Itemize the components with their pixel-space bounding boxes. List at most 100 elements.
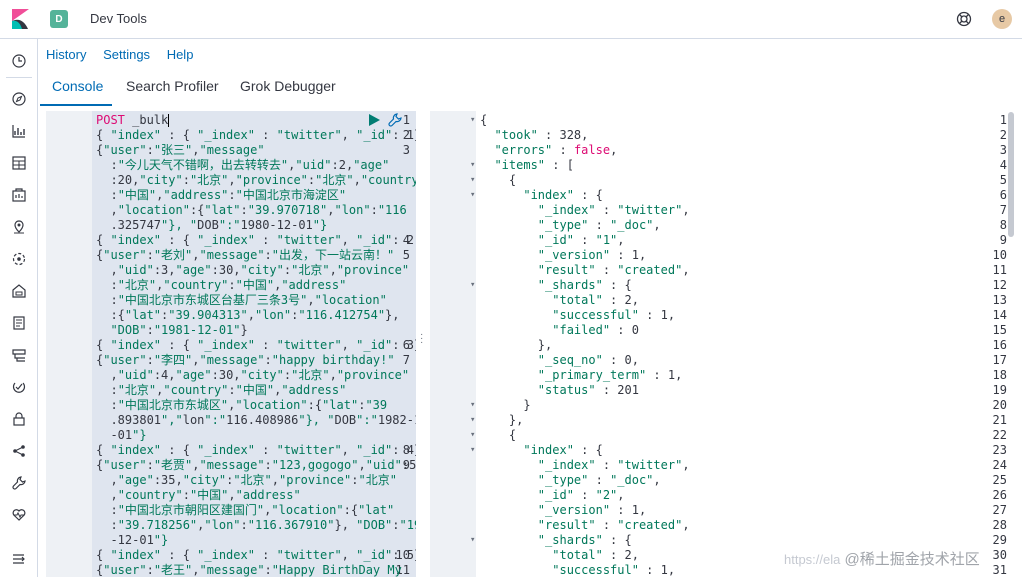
- code-text: :"北京","country":"中国","address": [96, 383, 347, 397]
- fold-toggle-icon[interactable]: ▾: [470, 413, 478, 428]
- code-text: POST _bulk: [96, 113, 170, 127]
- code-text: :"中国北京市东城区台基厂三条3号","location": [96, 293, 387, 307]
- line-number: 20: [992, 398, 1007, 412]
- response-code-line: 4 ▾ "items" : [: [430, 158, 1015, 173]
- fold-toggle-icon[interactable]: ▾: [470, 533, 478, 548]
- code-text: "total" : 2,: [552, 548, 639, 562]
- history-link[interactable]: History: [46, 47, 86, 62]
- fold-toggle-icon[interactable]: ▾: [470, 188, 478, 203]
- code-text: :"中国北京市东城区","location":{"lat":"39: [96, 398, 388, 412]
- tab-console[interactable]: Console: [52, 78, 103, 94]
- recent-clock-icon[interactable]: [11, 53, 27, 69]
- play-icon[interactable]: [368, 114, 380, 126]
- response-code-line: 14 "successful" : 1,: [430, 308, 1015, 323]
- code-text: { "index" : { "_index" : "twitter", "_id…: [96, 548, 416, 562]
- code-text: :"中国","address":"中国北京市海淀区": [96, 188, 347, 202]
- discover-compass-icon[interactable]: [11, 91, 27, 107]
- code-text: .893801","lon":"116.408986"}, "DOB":"198…: [96, 413, 416, 427]
- logs-icon[interactable]: [11, 315, 27, 331]
- ml-icon[interactable]: [11, 251, 27, 267]
- fold-toggle-icon[interactable]: ▾: [470, 113, 478, 128]
- line-number: 19: [992, 383, 1007, 397]
- settings-link[interactable]: Settings: [103, 47, 150, 62]
- code-text: ,"uid":4,"age":30,"city":"北京","province": [96, 368, 410, 382]
- request-code-line: :"北京","country":"中国","address": [46, 278, 416, 293]
- apm-icon[interactable]: [11, 347, 27, 363]
- line-number: 30: [992, 548, 1007, 562]
- response-code-line: 21 ▾ },: [430, 413, 1015, 428]
- dev-tools-wrench-icon[interactable]: [5, 470, 33, 496]
- code-text: ,"location":{"lat":"39.970718","lon":"11…: [96, 203, 407, 217]
- infrastructure-icon[interactable]: [11, 283, 27, 299]
- response-scrollbar[interactable]: [1008, 112, 1014, 237]
- code-text: "failed" : 0: [552, 323, 639, 337]
- app-badge[interactable]: D: [50, 10, 68, 28]
- fold-toggle-icon[interactable]: ▾: [470, 173, 478, 188]
- uptime-icon[interactable]: [11, 379, 27, 395]
- request-code-line: "DOB":"1981-12-01"}: [46, 323, 416, 338]
- help-icon[interactable]: [956, 11, 972, 27]
- avatar[interactable]: e: [992, 9, 1012, 29]
- response-code-line: 1 ▾{: [430, 113, 1015, 128]
- fold-toggle-icon[interactable]: ▾: [470, 443, 478, 458]
- resize-handle[interactable]: · · ·: [420, 330, 423, 348]
- request-code-line: ,"uid":4,"age":30,"city":"北京","province": [46, 368, 416, 383]
- fold-toggle-icon[interactable]: ▾: [470, 428, 478, 443]
- code-text: "DOB":"1981-12-01"}: [110, 323, 248, 337]
- line-number: 10: [992, 248, 1007, 262]
- code-text: "successful" : 1,: [552, 308, 676, 322]
- request-code-line: 7 {"user":"李四","message":"happy birthday!…: [46, 353, 416, 368]
- line-number: 17: [992, 353, 1007, 367]
- tab-search-profiler[interactable]: Search Profiler: [126, 78, 219, 94]
- maps-icon[interactable]: [11, 219, 27, 235]
- active-tab-indicator: [40, 104, 112, 106]
- response-code-line: 23 ▾ "index" : {: [430, 443, 1015, 458]
- line-number: 24: [992, 458, 1007, 472]
- response-code-line: 18 "_primary_term" : 1,: [430, 368, 1015, 383]
- fold-toggle-icon[interactable]: ▾: [470, 398, 478, 413]
- request-code-line: 10{ "index" : { "_index" : "twitter", "_…: [46, 548, 416, 563]
- response-code-line: 17 "_seq_no" : 0,: [430, 353, 1015, 368]
- request-code-line: ,"country":"中国","address": [46, 488, 416, 503]
- line-number: 31: [992, 563, 1007, 577]
- request-code-line: 3 {"user":"张三","message": [46, 143, 416, 158]
- request-code-line: :"中国北京市东城区","location":{"lat":"39: [46, 398, 416, 413]
- request-code-line: -12-01"}: [46, 533, 416, 548]
- wrench-settings-icon[interactable]: [388, 113, 402, 127]
- graph-icon[interactable]: [11, 443, 27, 459]
- code-text: :20,"city":"北京","province":"北京","country…: [96, 173, 416, 187]
- monitoring-heart-icon[interactable]: [11, 507, 27, 523]
- dashboard-icon[interactable]: [11, 155, 27, 171]
- request-code-line: :"今儿天气不错啊，出去转转去","uid":2,"age": [46, 158, 416, 173]
- code-text: ,"uid":3,"age":30,"city":"北京","province": [96, 263, 410, 277]
- request-editor[interactable]: 1 POST _bulk 2{ "index" : { "_index" : "tw…: [46, 111, 416, 577]
- code-text: :"今儿天气不错啊，出去转转去","uid":2,"age": [96, 158, 390, 172]
- code-text: "_type" : "_doc",: [537, 473, 661, 487]
- canvas-icon[interactable]: [11, 187, 27, 203]
- tab-grok-debugger[interactable]: Grok Debugger: [240, 78, 336, 94]
- code-text: { "index" : { "_index" : "twitter", "_id…: [96, 233, 414, 247]
- response-code-line: 26 "_id" : "2",: [430, 488, 1015, 503]
- side-navigation: [0, 39, 38, 577]
- response-code-line: 25 "_type" : "_doc",: [430, 473, 1015, 488]
- line-number: 27: [992, 503, 1007, 517]
- collapse-menu-icon[interactable]: [11, 551, 27, 567]
- request-code-line: 2{ "index" : { "_index" : "twitter", "_i…: [46, 128, 416, 143]
- code-text: {: [480, 428, 517, 442]
- fold-toggle-icon[interactable]: ▾: [470, 158, 478, 173]
- code-text: :"39.718256","lon":"116.367910"}, "DOB":…: [96, 518, 416, 532]
- code-text: "_id" : "1",: [537, 233, 625, 247]
- request-code-line: 1 POST _bulk: [46, 113, 416, 128]
- code-text: "index" : {: [523, 188, 603, 202]
- siem-lock-icon[interactable]: [11, 411, 27, 427]
- fold-toggle-icon[interactable]: ▾: [470, 278, 478, 293]
- code-text: "_shards" : {: [537, 533, 632, 547]
- code-text: "_seq_no" : 0,: [537, 353, 639, 367]
- help-link[interactable]: Help: [167, 47, 194, 62]
- request-code-line: .893801","lon":"116.408986"}, "DOB":"198…: [46, 413, 416, 428]
- kibana-logo-icon[interactable]: [9, 8, 31, 30]
- visualize-chart-icon[interactable]: [11, 123, 27, 139]
- request-code-line: :"北京","country":"中国","address": [46, 383, 416, 398]
- code-text: "errors" : false,: [494, 143, 618, 157]
- code-text: "took" : 328,: [494, 128, 589, 142]
